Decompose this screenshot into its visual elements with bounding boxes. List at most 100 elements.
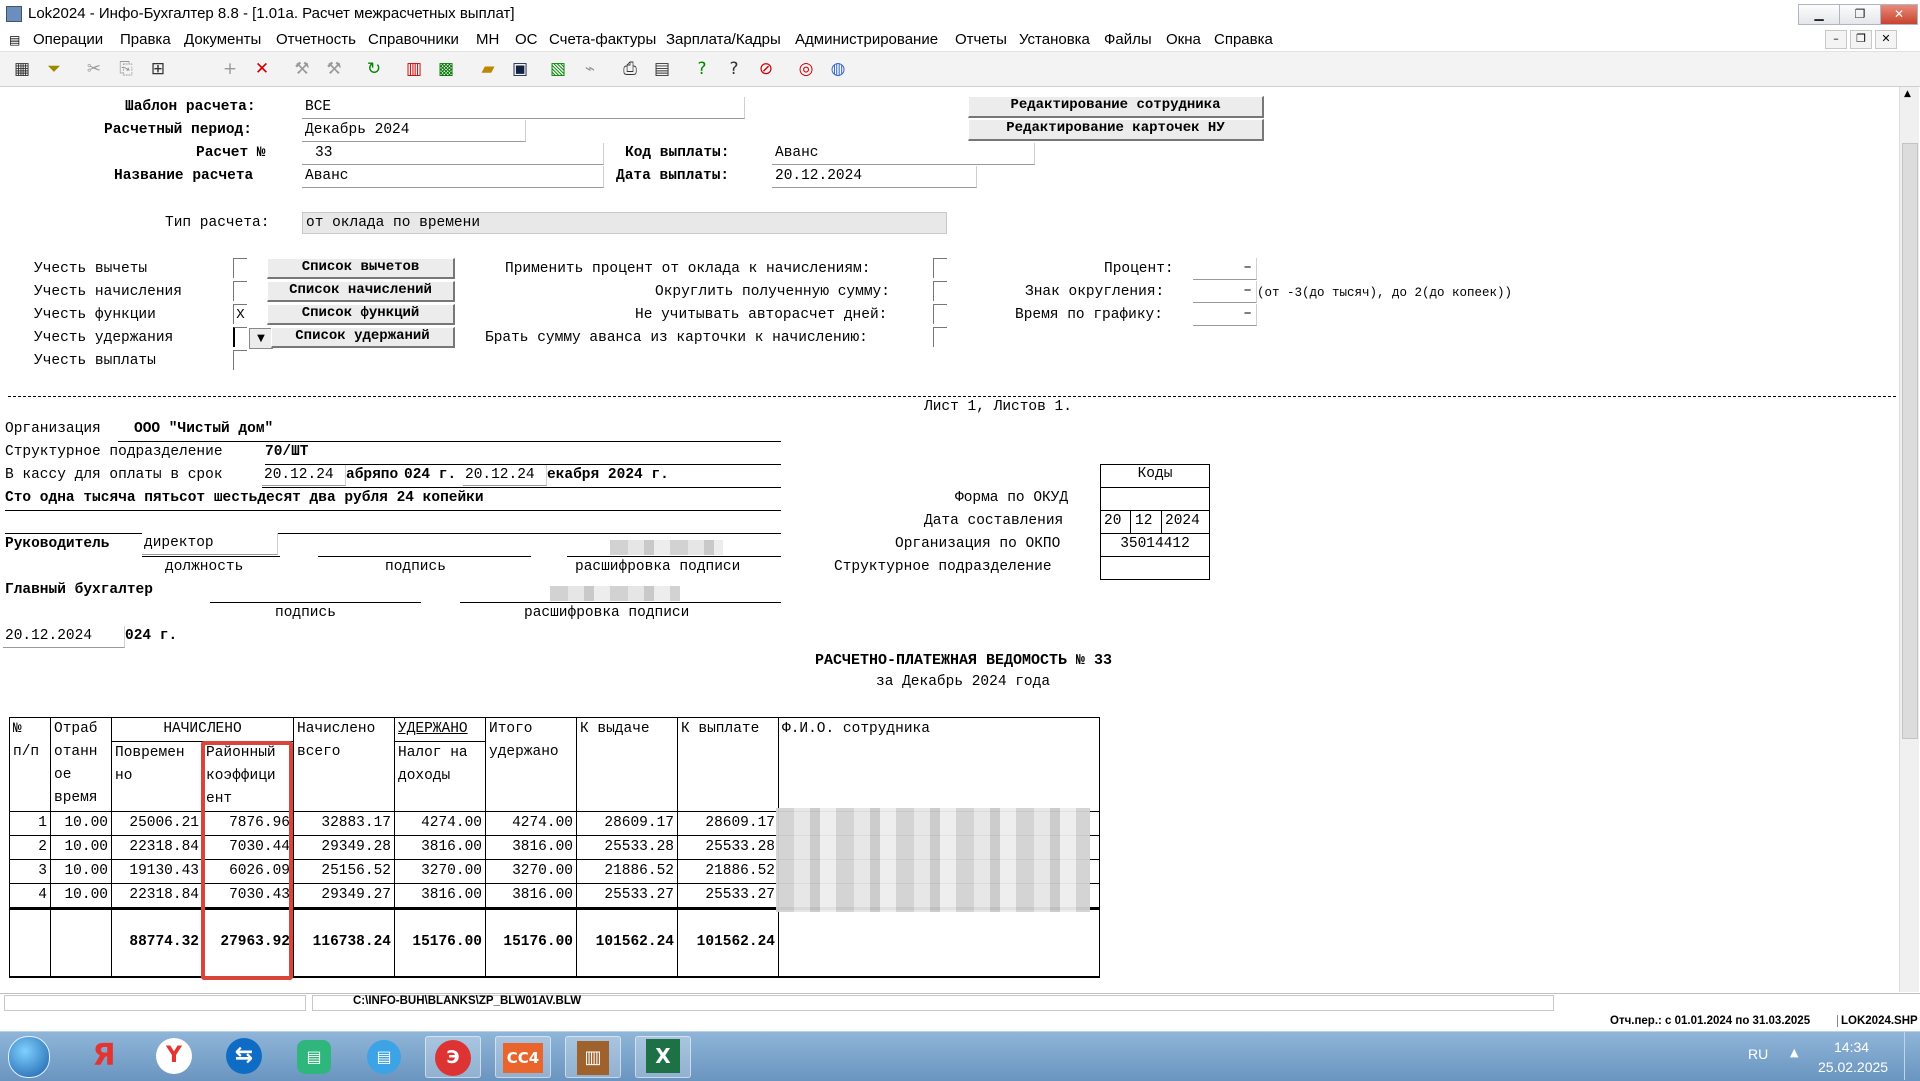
refresh-icon[interactable]: ↻ — [362, 57, 386, 81]
accruals-list-button[interactable]: Список начислений — [267, 281, 455, 302]
schedule-field[interactable]: – — [1193, 304, 1257, 326]
paycode-field[interactable]: Аванс — [772, 143, 1035, 165]
excel-taskbar-icon[interactable]: X — [635, 1036, 691, 1078]
deductions-list-button[interactable]: Список вычетов — [267, 258, 455, 279]
preview-icon[interactable]: ▤ — [650, 57, 674, 81]
scroll-thumb[interactable] — [1902, 143, 1918, 739]
mdi-minimize-button[interactable]: – — [1825, 30, 1847, 49]
ignore-auto-checkbox[interactable] — [933, 304, 947, 324]
copy-icon[interactable]: ⎘ — [114, 57, 138, 81]
start-button[interactable] — [8, 1036, 50, 1078]
menu-invoices[interactable]: Счета-фактуры — [549, 31, 656, 48]
menu-documents[interactable]: Документы — [184, 31, 261, 48]
add-icon[interactable]: + — [218, 57, 242, 81]
menu-help[interactable]: Справка — [1214, 31, 1273, 48]
withholdings-list-button[interactable]: Список удержаний — [271, 327, 455, 348]
cut-icon[interactable]: ✂ — [82, 57, 106, 81]
doc-icon[interactable]: ▤ — [9, 33, 20, 47]
deductions-checkbox[interactable] — [233, 258, 247, 278]
scroll-up-icon[interactable]: ▲ — [1904, 89, 1911, 99]
functions-checkbox[interactable]: X — [233, 304, 247, 324]
round-checkbox[interactable] — [933, 281, 947, 301]
menu-directories[interactable]: Справочники — [368, 31, 459, 48]
clock-date[interactable]: 25.02.2025 — [1818, 1059, 1888, 1075]
head-position-field[interactable]: директор — [142, 533, 278, 555]
template-field[interactable]: ВСЕ — [302, 97, 745, 119]
yandex-browser-icon[interactable]: Y — [147, 1036, 201, 1076]
paydate-field[interactable]: 20.12.2024 — [772, 166, 977, 188]
menu-install[interactable]: Установка — [1019, 31, 1090, 48]
globe-icon[interactable]: ◍ — [826, 57, 850, 81]
cash-from-field[interactable]: 20.12.24 — [262, 465, 346, 486]
withholdings-checkbox[interactable] — [233, 327, 247, 347]
menu-windows[interactable]: Окна — [1166, 31, 1201, 48]
menu-files[interactable]: Файлы — [1104, 31, 1152, 48]
abacus-icon[interactable]: ▥ — [565, 1036, 621, 1078]
menu-mn[interactable]: МН — [476, 31, 499, 48]
show-desktop-button[interactable] — [1904, 1032, 1920, 1080]
menu-reporting[interactable]: Отчетность — [276, 31, 356, 48]
teamviewer-icon[interactable]: ⇆ — [217, 1036, 271, 1076]
vertical-scrollbar[interactable]: ▲ — [1899, 87, 1919, 992]
percent-field[interactable]: – — [1193, 258, 1257, 280]
accruals-checkbox[interactable] — [233, 281, 247, 301]
save-icon[interactable]: ▣ — [508, 57, 532, 81]
round-hint: (от -3(до тысяч), до 2(до копеек)) — [1257, 286, 1513, 300]
tool2-icon[interactable]: ⚒ — [322, 57, 346, 81]
paycode-label: Код выплаты: — [625, 145, 730, 161]
cash-to-field[interactable]: 20.12.24 — [463, 465, 547, 486]
language-indicator[interactable]: RU — [1748, 1046, 1768, 1062]
tray-arrow-icon[interactable]: ▲ — [1790, 1046, 1798, 1059]
calc-type-field[interactable]: от оклада по времени — [302, 212, 947, 234]
calc-name-field[interactable]: Аванс — [302, 166, 604, 188]
delete-icon[interactable]: ✕ — [250, 57, 274, 81]
cc4-icon[interactable]: CC4 — [495, 1036, 551, 1078]
mdi-close-button[interactable]: ✕ — [1875, 30, 1897, 49]
close-button[interactable]: ✕ — [1880, 4, 1918, 25]
menu-edit[interactable]: Правка — [120, 31, 171, 48]
functions-list-button[interactable]: Список функций — [267, 304, 455, 325]
minimize-button[interactable]: ▁ — [1798, 4, 1840, 25]
period-field[interactable]: Декабрь 2024 — [302, 120, 526, 142]
context-help-icon[interactable]: ? — [722, 57, 746, 81]
yandex-icon[interactable]: Я — [77, 1036, 131, 1076]
menu-operations[interactable]: Операции — [33, 31, 103, 48]
calendar-icon[interactable]: ▥ — [402, 57, 426, 81]
mdi-restore-button[interactable]: ❐ — [1850, 30, 1872, 49]
col-fio-header: Ф.И.О. сотрудника — [778, 717, 1100, 812]
menu-os[interactable]: ОС — [515, 31, 538, 48]
help-icon[interactable]: ? — [690, 57, 714, 81]
taskbar: Я Y ⇆ ▤ ▤ Э CC4 ▥ X RU ▲ 14:34 25.02.202… — [0, 1031, 1920, 1081]
table-view-icon[interactable]: ▦ — [10, 57, 34, 81]
calc-no-field[interactable]: 33 — [302, 143, 604, 165]
org-label: Организация — [5, 421, 101, 437]
clock-time[interactable]: 14:34 — [1834, 1039, 1869, 1055]
excel-icon[interactable]: ▧ — [546, 57, 570, 81]
lifebuoy-icon[interactable]: ◎ — [794, 57, 818, 81]
take-advance-checkbox[interactable] — [933, 327, 947, 347]
tool-icon[interactable]: ⚒ — [290, 57, 314, 81]
menu-reports[interactable]: Отчеты — [955, 31, 1007, 48]
compass-icon[interactable]: ⊘ — [754, 57, 778, 81]
menu-salary[interactable]: Зарплата/Кадры — [666, 31, 781, 48]
filter-icon[interactable]: ⏷ — [42, 57, 66, 81]
maximize-button[interactable]: ❐ — [1839, 4, 1881, 25]
chat-icon[interactable]: ▤ — [287, 1036, 341, 1076]
report-date-field[interactable]: 20.12.2024 — [3, 626, 125, 648]
messenger-icon[interactable]: ▤ — [357, 1036, 411, 1076]
infobuh-icon[interactable]: Э — [425, 1036, 481, 1078]
round-sign-field[interactable]: – — [1193, 281, 1257, 303]
menu-admin[interactable]: Администрирование — [795, 31, 938, 48]
payments-checkbox[interactable] — [233, 350, 247, 370]
chevron-down-icon[interactable]: ▼ — [249, 328, 273, 349]
edit-card-button[interactable]: Редактирование карточек НУ — [968, 119, 1264, 141]
print-icon[interactable]: ⎙ — [618, 57, 642, 81]
broom-icon[interactable]: ⌁ — [578, 57, 602, 81]
edit-employee-button[interactable]: Редактирование сотрудника — [968, 96, 1264, 118]
apply-percent-checkbox[interactable] — [933, 258, 947, 278]
counter-icon[interactable]: ⊞ — [146, 57, 170, 81]
round-sign-label: Знак округления: — [1025, 284, 1165, 300]
calculator-icon[interactable]: ▩ — [434, 57, 458, 81]
open-folder-icon[interactable]: ▰ — [476, 57, 500, 81]
date-year: 2024 — [1165, 513, 1200, 529]
